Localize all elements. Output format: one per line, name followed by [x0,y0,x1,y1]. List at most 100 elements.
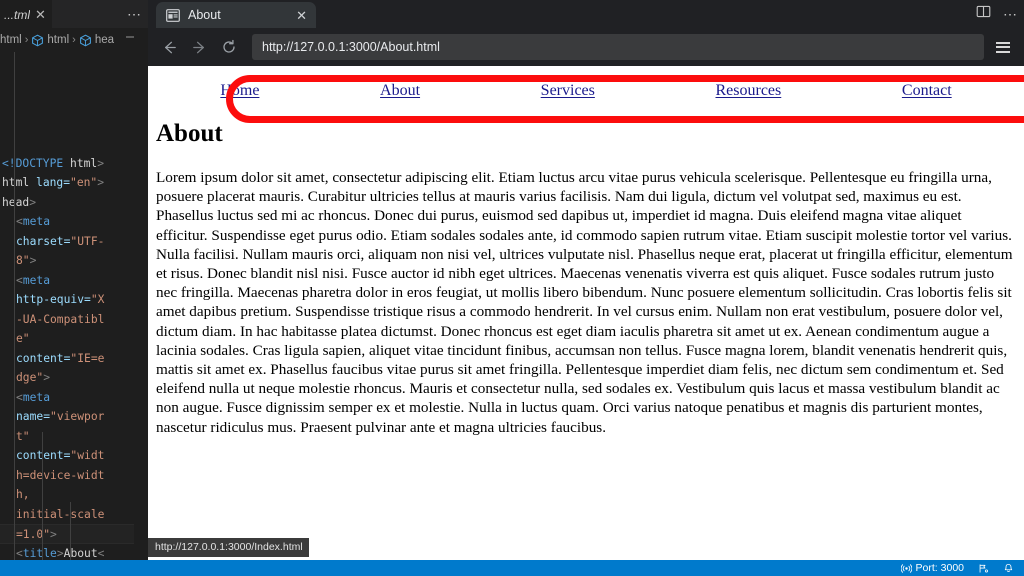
site-nav: Home About Services Resources Contact [148,66,1024,110]
browser-tab-about[interactable]: About ✕ [156,2,316,28]
nav-link-resources[interactable]: Resources [716,82,782,99]
code-token: About [63,546,98,560]
split-editor-icon[interactable] [976,4,991,24]
code-token: "viewpor [50,410,105,423]
editor-right-edge [134,28,148,560]
breadcrumb-item-head[interactable]: hea [95,34,114,46]
bell-icon [1003,563,1014,574]
status-item-remote[interactable] [978,563,989,574]
site-nav-item: Home [220,82,259,100]
browser-window: About ✕ http://127.0.0.1:3000/About.html [148,0,1024,560]
code-token: < [16,390,23,404]
site-nav-item: About [380,82,420,100]
nav-link-about[interactable]: About [380,82,420,99]
broadcast-icon [900,563,912,574]
close-icon[interactable]: ✕ [296,9,307,22]
code-token: "IE=e [70,351,105,365]
code-line: charset="UTF- [0,232,148,252]
status-port-label: Port: 3000 [915,562,964,574]
code-editor-pane: ...tml ✕ ⋯ html › html › hea <!DOCTYPE h… [0,0,148,560]
code-token: < [97,546,105,560]
code-token: > [50,528,57,541]
page-favicon-icon [166,8,180,22]
code-token: "en" [70,176,98,189]
symbol-cube-icon [31,34,44,47]
close-icon[interactable]: ✕ [35,8,46,21]
nav-link-contact[interactable]: Contact [902,82,952,99]
code-token: html [2,176,37,189]
address-bar[interactable]: http://127.0.0.1:3000/About.html [252,34,984,60]
reload-button[interactable] [214,32,244,62]
code-line: =1.0"> [0,524,148,544]
site-nav-list: Home About Services Resources Contact [148,82,1024,100]
nav-link-services[interactable]: Services [541,82,595,99]
chevron-right-icon: › [24,34,29,46]
nav-link-home[interactable]: Home [220,82,259,99]
code-line: e" [0,329,148,349]
code-line: content="IE=e [0,349,148,369]
breadcrumb-item-file[interactable]: html [0,34,22,46]
remote-window-icon [978,563,989,574]
code-line: name="viewpor [0,407,148,427]
breadcrumb-item-html[interactable]: html [47,34,69,46]
code-token: -UA-Compatibl [16,312,105,326]
code-line: <meta [0,388,148,408]
code-token: initial-scale [16,507,105,521]
site-nav-item: Services [541,82,595,100]
code-line: t" [0,427,148,447]
page-title: About [156,120,223,147]
indent-guide-2 [42,432,43,560]
code-token: < [16,273,23,287]
code-token: <!DOCTYPE [2,156,71,170]
code-line: h, [0,485,148,505]
code-token: > [29,195,37,209]
code-token: name= [16,410,51,423]
editor-tab-bar: ...tml ✕ ⋯ [0,0,148,28]
symbol-cube-icon-2 [79,34,92,47]
link-status-tooltip: http://127.0.0.1:3000/Index.html [148,538,309,557]
forward-button[interactable] [184,32,214,62]
status-item-notifications[interactable] [1003,563,1014,574]
code-token: =1.0" [16,528,51,541]
code-token: meta [22,215,51,228]
page-viewport: Home About Services Resources Contact About … [148,66,1024,560]
menu-line-3 [996,50,1010,53]
code-token: > [29,254,37,267]
site-nav-item: Contact [902,82,952,100]
code-token: meta [22,273,51,287]
browser-menu-button[interactable] [990,33,1016,61]
browser-tab-strip: About ✕ [148,0,1024,28]
status-item-port[interactable]: Port: 3000 [900,562,964,574]
address-bar-url: http://127.0.0.1:3000/About.html [262,40,440,54]
status-bar: Port: 3000 [0,560,1024,576]
code-line: dge"> [0,368,148,388]
code-token: "widt [70,449,105,462]
screen: ...tml ✕ ⋯ html › html › hea <!DOCTYPE h… [0,0,1024,576]
code-token: "UTF- [70,234,105,248]
page-content: About Lorem ipsum dolor sit amet, consec… [148,120,1024,437]
code-token: meta [22,390,51,404]
code-token: > [97,176,105,189]
more-actions-icon[interactable]: ⋯ [1003,6,1018,23]
chevron-right-icon-2: › [72,34,76,46]
code-token: > [97,156,105,170]
code-text-area[interactable]: <!DOCTYPE html> html lang="en"> head> <meta… [0,52,148,560]
code-token: head [2,195,30,209]
editor-tab-html-file[interactable]: ...tml ✕ [0,0,52,28]
indent-guide-3 [70,502,71,560]
code-line: <title>About< [0,544,148,561]
window-actions: ⋯ [976,0,1018,28]
code-token: < [16,215,23,228]
code-line: content="widt [0,446,148,466]
code-token: h=device-widt [16,468,105,482]
code-token: content= [16,351,71,365]
editor-more-actions-icon[interactable]: ⋯ [127,0,142,28]
code-token: html [70,156,98,170]
code-line: initial-scale [0,505,148,525]
code-token: 8" [16,254,30,267]
back-button[interactable] [154,32,184,62]
code-line: http-equiv="X [0,290,148,310]
code-line: 8"> [0,251,148,271]
code-token: charset= [16,234,71,248]
code-line: <meta [0,212,148,232]
